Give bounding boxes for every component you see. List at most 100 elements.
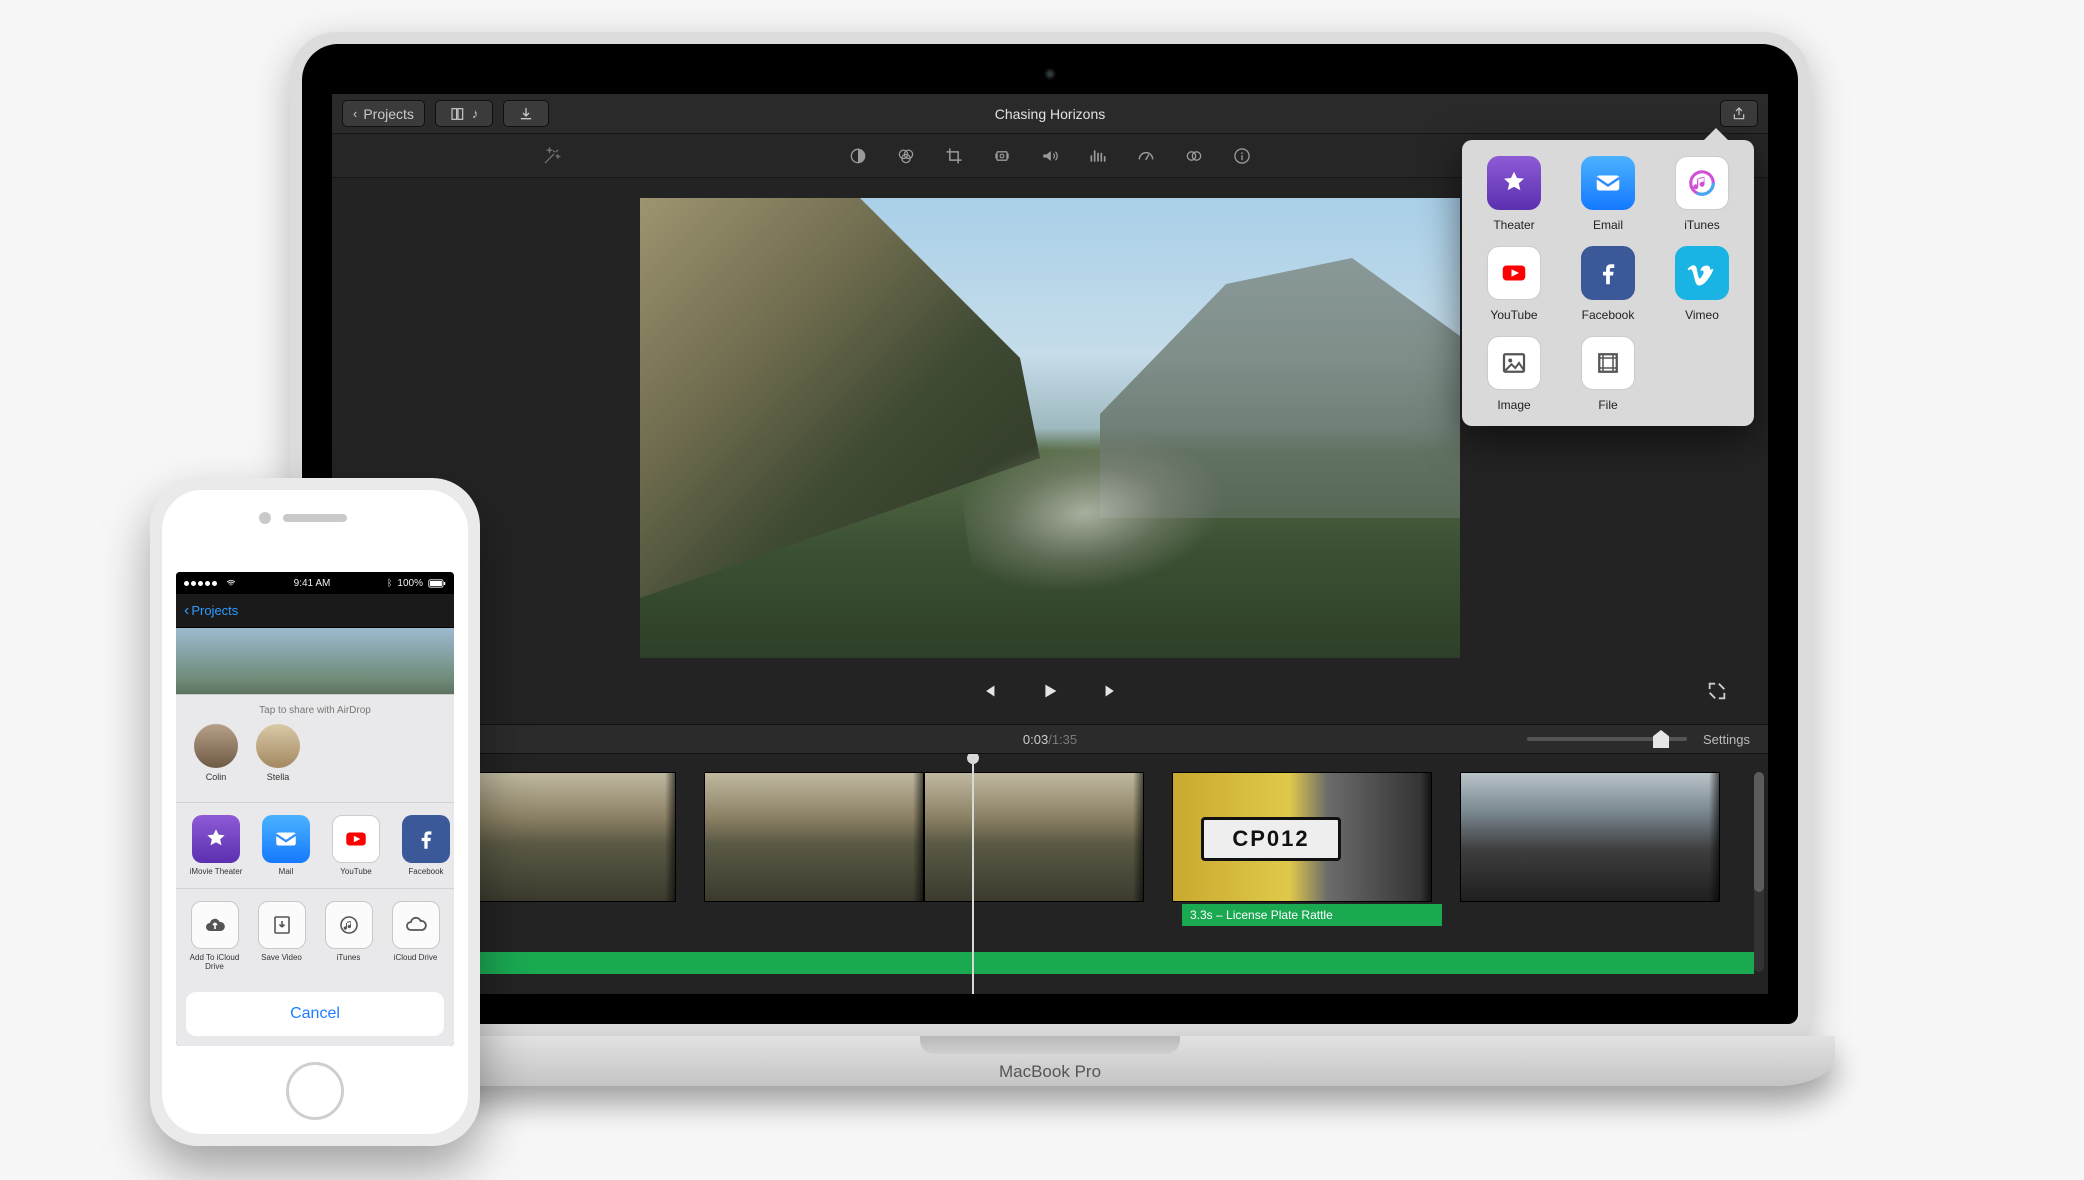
stabilization-icon[interactable] <box>992 146 1012 166</box>
share-email[interactable]: Email <box>1564 156 1652 232</box>
battery-percent: 100% <box>397 578 423 589</box>
share-file[interactable]: File <box>1564 336 1652 412</box>
airdrop-section: Tap to share with AirDrop Colin Stella <box>176 695 454 803</box>
iphone-speaker <box>283 514 347 522</box>
airdrop-name: Colin <box>206 772 227 782</box>
facetime-camera <box>1044 68 1056 80</box>
projects-label: Projects <box>363 106 414 122</box>
macbook-notch <box>920 1036 1180 1054</box>
youtube-icon <box>332 815 380 863</box>
airdrop-contact[interactable]: Stella <box>256 724 300 782</box>
share-youtube[interactable]: YouTube <box>1470 246 1558 322</box>
speed-icon[interactable] <box>1136 146 1156 166</box>
cancel-button[interactable]: Cancel <box>186 992 444 1036</box>
chevron-left-icon: ‹ <box>353 106 357 121</box>
clip-thumbnail <box>1461 773 1719 901</box>
share-facebook[interactable]: Facebook <box>398 815 454 877</box>
iphone-device: 9:41 AM ᛒ 100% ‹ Projects Tap to share w… <box>150 478 480 1146</box>
clip-thumbnail: CP012 <box>1173 773 1431 901</box>
share-vimeo[interactable]: Vimeo <box>1658 246 1746 322</box>
share-image[interactable]: Image <box>1470 336 1558 412</box>
share-actions-row: Add To iCloud Drive Save Video iTunes iC… <box>176 889 454 984</box>
back-to-projects-button[interactable]: ‹ Projects <box>342 100 425 127</box>
email-icon <box>1581 156 1635 210</box>
share-youtube[interactable]: YouTube <box>328 815 384 877</box>
action-label: Add To iCloud Drive <box>188 954 241 972</box>
airdrop-contact[interactable]: Colin <box>194 724 238 782</box>
share-item-label: Image <box>1497 398 1530 412</box>
timeline[interactable]: CP012 3.3s – License Plate Rattl <box>332 754 1768 994</box>
save-video-icon <box>258 901 306 949</box>
zoom-slider[interactable] <box>1527 737 1687 741</box>
share-mail[interactable]: Mail <box>258 815 314 877</box>
clip-thumbnail <box>925 773 1143 901</box>
preview-viewport[interactable] <box>640 198 1460 658</box>
video-clip[interactable]: CP012 <box>1172 772 1432 902</box>
playhead[interactable] <box>972 754 974 994</box>
action-add-to-icloud[interactable]: Add To iCloud Drive <box>188 901 241 972</box>
action-itunes[interactable]: iTunes <box>322 901 375 972</box>
share-app-label: Facebook <box>408 868 443 877</box>
color-correction-icon[interactable] <box>896 146 916 166</box>
cellular-signal-icon <box>184 578 219 589</box>
zoom-slider-handle[interactable] <box>1653 730 1669 748</box>
video-clip[interactable] <box>1460 772 1720 902</box>
cloud-upload-icon <box>191 901 239 949</box>
macbook-device: ‹ Projects ♪ Chasing Horizons <box>265 32 1835 1086</box>
prev-clip-button[interactable] <box>977 680 999 702</box>
action-icloud-drive[interactable]: iCloud Drive <box>389 901 442 972</box>
share-button[interactable] <box>1720 100 1758 127</box>
color-balance-icon[interactable] <box>848 146 868 166</box>
crop-icon[interactable] <box>944 146 964 166</box>
macbook-base: MacBook Pro <box>265 1036 1835 1086</box>
next-clip-button[interactable] <box>1101 680 1123 702</box>
audio-clip-label: 3.3s – License Plate Rattle <box>1190 908 1333 922</box>
share-item-label: iTunes <box>1684 218 1720 232</box>
share-theater[interactable]: Theater <box>1470 156 1558 232</box>
share-apps-row: iMovie Theater Mail YouTube Facebook <box>176 803 454 890</box>
chevron-left-icon: ‹ <box>184 602 189 620</box>
scrollbar-thumb[interactable] <box>1754 772 1764 892</box>
battery-icon <box>428 579 446 588</box>
share-itunes[interactable]: iTunes <box>1658 156 1746 232</box>
share-app-label: Mail <box>279 868 294 877</box>
share-facebook[interactable]: Facebook <box>1564 246 1652 322</box>
clip-thumbnail <box>705 773 923 901</box>
action-save-video[interactable]: Save Video <box>255 901 308 972</box>
license-plate: CP012 <box>1201 817 1341 861</box>
iphone-camera <box>259 512 271 524</box>
youtube-icon <box>1487 246 1541 300</box>
info-icon[interactable] <box>1232 146 1252 166</box>
avatar-icon <box>256 724 300 768</box>
play-button[interactable] <box>1039 680 1061 702</box>
filters-icon[interactable] <box>1184 146 1204 166</box>
fullscreen-button[interactable] <box>1706 680 1728 702</box>
download-arrow-icon <box>518 106 534 122</box>
share-item-label: YouTube <box>1490 308 1537 322</box>
share-item-label: Email <box>1593 218 1623 232</box>
home-button[interactable] <box>286 1062 344 1120</box>
theater-icon <box>1487 156 1541 210</box>
back-to-projects-button[interactable]: Projects <box>191 603 238 618</box>
noise-reduction-icon[interactable] <box>1088 146 1108 166</box>
iphone-nav-bar: ‹ Projects <box>176 594 454 628</box>
media-library-button[interactable]: ♪ <box>435 100 494 127</box>
video-clip[interactable] <box>924 772 1144 902</box>
macbook-bezel: ‹ Projects ♪ Chasing Horizons <box>302 44 1798 1024</box>
volume-icon[interactable] <box>1040 146 1060 166</box>
timeline-settings-button[interactable]: Settings <box>1703 732 1750 747</box>
imovie-titlebar: ‹ Projects ♪ Chasing Horizons <box>332 94 1768 134</box>
wifi-icon <box>225 578 237 588</box>
airdrop-name: Stella <box>267 772 290 782</box>
iphone-body: 9:41 AM ᛒ 100% ‹ Projects Tap to share w… <box>162 490 468 1134</box>
magic-wand-icon[interactable] <box>542 146 562 166</box>
background-music-track[interactable] <box>346 952 1754 974</box>
detached-audio-clip[interactable]: 3.3s – License Plate Rattle <box>1182 904 1442 926</box>
import-button[interactable] <box>503 100 549 127</box>
share-imovie-theater[interactable]: iMovie Theater <box>188 815 244 877</box>
share-item-label: Facebook <box>1582 308 1635 322</box>
itunes-icon <box>1675 156 1729 210</box>
facebook-icon <box>402 815 450 863</box>
video-clip[interactable] <box>704 772 924 902</box>
timeline-scrollbar[interactable] <box>1754 772 1764 972</box>
